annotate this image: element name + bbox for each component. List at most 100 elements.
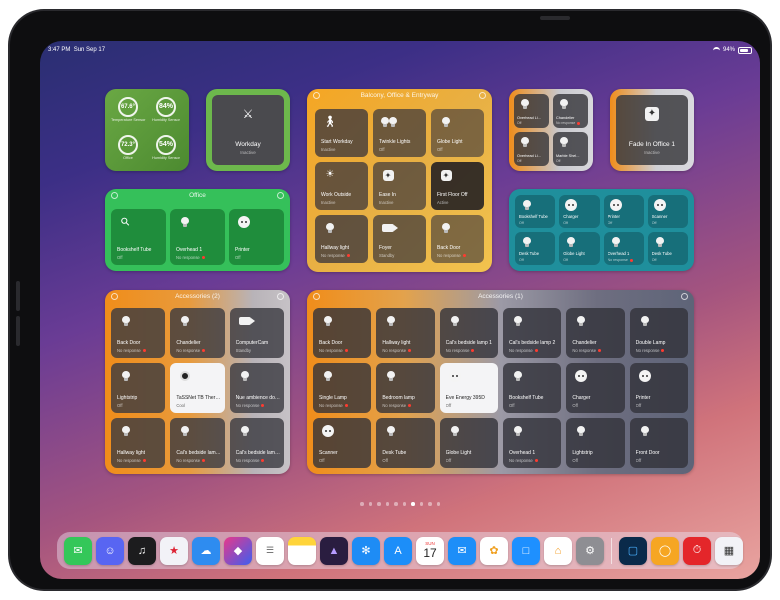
tile-marble-shelf[interactable]: Marble Shel... Off	[553, 132, 588, 166]
accessory-tile[interactable]: TaSSNet TB Thermo... Cool	[170, 363, 225, 413]
accessory-tile[interactable]: Bookshelf Tube Off	[502, 363, 562, 413]
accessory-tile[interactable]: Desk Tube Off	[376, 418, 435, 468]
icloud-icon[interactable]: ☁	[192, 536, 220, 565]
accessory-tile[interactable]: Back Door No response	[313, 308, 372, 358]
accessory-tile[interactable]: Chandelier No response	[566, 308, 625, 358]
music-icon[interactable]: ♫	[128, 536, 156, 565]
accessory-tile[interactable]: Scanner Off	[647, 195, 688, 228]
accessory-tile[interactable]: Chandelier No response	[170, 308, 225, 358]
tile-globe-light[interactable]: Globe Light Off	[431, 109, 484, 157]
accessory-tile[interactable]: Bookshelf Tube Off	[515, 195, 556, 228]
accessory-tile[interactable]: Globe Light Off	[559, 232, 600, 265]
accessory-tile[interactable]: Cal's bedside lamp 2 No response	[170, 418, 225, 468]
tile-overhead-1[interactable]: Overhead 1 No response	[170, 209, 225, 265]
tile-hallway-light[interactable]: Hallway light No response	[315, 215, 368, 263]
office-temperature-sensor[interactable]: 72.3° Office	[111, 135, 145, 169]
page-indicator[interactable]	[40, 502, 760, 506]
accessory-tile[interactable]: Single Lamp No response	[313, 363, 372, 413]
accessories-1-widget[interactable]: Accessories (1) Back Door No response Hall…	[307, 290, 694, 474]
accessory-tile[interactable]: Lightstrip Off	[566, 418, 625, 468]
tile-back-door[interactable]: Back Door No response	[431, 215, 484, 263]
tile-start-workday[interactable]: 🚶︎ Start Workday Inactive	[315, 109, 368, 157]
accessory-tile[interactable]: ComputerCam Standby	[229, 308, 284, 358]
page-dot[interactable]	[360, 502, 364, 506]
accessory-tile[interactable]: Printer Off	[629, 363, 688, 413]
files-icon[interactable]: □	[512, 536, 540, 565]
safari-icon[interactable]: ✻	[352, 536, 380, 565]
humidity-sensor[interactable]: 84% Humidity Sensor	[149, 97, 183, 131]
page-dot[interactable]	[428, 502, 432, 506]
accessory-tile[interactable]: Cal's bedside lamp 1 No response	[229, 418, 284, 468]
accessory-tile[interactable]: Front Door Off	[629, 418, 688, 468]
photos-icon[interactable]: ✿	[480, 536, 508, 565]
app-icon[interactable]: ▲	[320, 536, 348, 565]
accessory-tile[interactable]: Double Lamp No response	[629, 308, 688, 358]
home-icon[interactable]: ⌂	[544, 536, 572, 565]
timer-icon[interactable]: ⏱	[683, 536, 711, 565]
app-store-icon[interactable]: A	[384, 536, 412, 565]
app-icon[interactable]: ◯	[651, 536, 679, 565]
app-icon[interactable]: ▢	[619, 536, 647, 565]
tile-ease-in[interactable]: ✦ Ease In Inactive	[373, 162, 426, 210]
app-icon[interactable]: ★	[160, 536, 188, 565]
accessories-2-widget[interactable]: Accessories (2) Back Door No response Chan…	[105, 290, 290, 474]
tile-twinkle-lights[interactable]: Twinkle Lights Off	[373, 109, 426, 157]
teal-accessories-widget[interactable]: Bookshelf Tube Off Charger Off Printer Off Sca…	[509, 189, 694, 271]
settings-icon[interactable]: ⚙	[576, 536, 604, 565]
calendar-icon[interactable]: SUN 17	[416, 536, 444, 565]
tile-overhead-light[interactable]: Overhead Li... Off	[514, 94, 549, 128]
accessory-tile[interactable]: Scanner Off	[313, 418, 372, 468]
workday-scene-tile[interactable]: ⚔ Workday Inactive	[212, 95, 284, 165]
sensors-widget[interactable]: 67.6° Temperature Sensor 84% Humidity Se…	[105, 89, 189, 171]
balcony-office-entryway-widget[interactable]: Balcony, Office & Entryway 🚶︎ Start Work…	[307, 89, 492, 272]
page-dot[interactable]	[394, 502, 398, 506]
accessory-tile[interactable]: Bedroom lamp No response	[376, 363, 435, 413]
tile-printer[interactable]: Printer Off	[229, 209, 284, 265]
page-dot[interactable]	[385, 502, 389, 506]
lightbulb-icon	[119, 314, 133, 328]
page-dot[interactable]	[419, 502, 423, 506]
messages-icon[interactable]: ✉	[64, 536, 92, 565]
page-dot[interactable]	[436, 502, 440, 506]
accessory-tile[interactable]: Overhead 1 No response	[603, 232, 644, 265]
tile-chandelier[interactable]: Chandelier No response	[553, 94, 588, 128]
page-dot[interactable]	[377, 502, 381, 506]
accessory-tile[interactable]: Charger Off	[559, 195, 600, 228]
accessory-tile[interactable]: Cal's bedside lamp 2 No response	[502, 308, 562, 358]
accessory-tile[interactable]: Charger Off	[566, 363, 625, 413]
accessory-tile[interactable]: Desk Tube Off	[647, 232, 688, 265]
accessory-tile[interactable]: Nue ambience down... No response	[229, 363, 284, 413]
page-dot[interactable]	[368, 502, 372, 506]
accessory-tile[interactable]: Back Door No response	[111, 308, 166, 358]
calendar-day: 17	[423, 546, 437, 560]
tile-first-floor-off[interactable]: ✦ First Floor Off Active	[431, 162, 484, 210]
workday-widget[interactable]: ⚔ Workday Inactive	[206, 89, 290, 171]
accessory-tile[interactable]: Hallway light No response	[376, 308, 435, 358]
accessory-tile[interactable]: Globe Light Off	[439, 418, 498, 468]
app-icon[interactable]: ▦	[715, 536, 743, 565]
fade-in-scene-tile[interactable]: ✦ Fade In Office 1 Inactive	[616, 95, 688, 165]
mail-icon[interactable]: ✉	[448, 536, 476, 565]
accessory-tile[interactable]: Cal's bedside lamp 1 No response	[439, 308, 498, 358]
office-widget[interactable]: Office ⚲ Bookshelf Tube Off Overhead 1 N…	[105, 189, 290, 271]
notes-icon[interactable]	[288, 536, 316, 565]
accessory-tile[interactable]: Hallway light No response	[111, 418, 166, 468]
tile-foyer[interactable]: Foyer Standby	[373, 215, 426, 263]
reminders-icon[interactable]: ☰	[256, 536, 284, 565]
accessory-tile[interactable]: Desk Tube Off	[515, 232, 556, 265]
discord-icon[interactable]: ☺	[96, 536, 124, 565]
humidity-sensor-2[interactable]: 54% Humidity Sensor	[149, 135, 183, 169]
tile-work-outside[interactable]: ☀ Work Outside Inactive	[315, 162, 368, 210]
accessory-tile[interactable]: Lightstrip Off	[111, 363, 166, 413]
fade-in-office-widget[interactable]: ✦ Fade In Office 1 Inactive	[610, 89, 694, 171]
tile-overhead-light-2[interactable]: Overhead Li... Off	[514, 132, 549, 166]
shortcuts-icon[interactable]: ◆	[224, 536, 252, 565]
accessory-tile[interactable]: Eve Energy 395D Off	[439, 363, 498, 413]
page-dot[interactable]	[402, 502, 406, 506]
accessory-tile[interactable]: Overhead 1 No response	[502, 418, 562, 468]
tile-bookshelf-tube[interactable]: ⚲ Bookshelf Tube Off	[111, 209, 166, 265]
accessory-tile[interactable]: Printer Off	[603, 195, 644, 228]
page-dot-current[interactable]	[411, 502, 415, 506]
lights-widget[interactable]: Overhead Li... Off Chandelier No respons…	[509, 89, 593, 171]
temperature-sensor[interactable]: 67.6° Temperature Sensor	[111, 97, 145, 131]
